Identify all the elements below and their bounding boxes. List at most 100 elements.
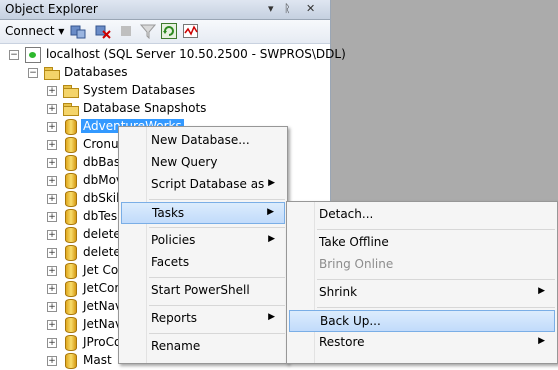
menu-item-back-up[interactable]: Back Up... xyxy=(289,310,555,332)
pin-icon[interactable]: ᚱ xyxy=(284,2,291,15)
database-icon xyxy=(65,137,77,153)
expand-icon[interactable]: + xyxy=(47,194,57,204)
menu-item-label: Script Database as xyxy=(151,177,265,191)
expand-icon[interactable]: + xyxy=(47,176,57,186)
database-icon xyxy=(65,335,77,351)
menu-item-reports[interactable]: Reports ▶ xyxy=(121,308,285,330)
menu-item-shrink[interactable]: Shrink ▶ xyxy=(289,282,555,304)
close-icon[interactable]: ✕ xyxy=(306,2,315,15)
connect-object-explorer-icon[interactable] xyxy=(70,23,86,39)
tasks-submenu: Detach... Take Offline Bring Online Shri… xyxy=(286,201,558,364)
menu-item-rename[interactable]: Rename xyxy=(121,336,285,358)
tree-node-databases[interactable]: − Databases xyxy=(0,64,330,82)
expand-icon[interactable]: + xyxy=(47,356,57,366)
menu-item-label: New Database... xyxy=(151,133,250,147)
menu-item-label: New Query xyxy=(151,155,218,169)
menu-item-new-query[interactable]: New Query xyxy=(121,152,285,174)
menu-separator xyxy=(317,279,555,280)
menu-item-label: Take Offline xyxy=(319,235,389,249)
server-label: localhost (SQL Server 10.50.2500 - SWPRO… xyxy=(46,47,346,61)
folder-icon xyxy=(44,67,60,80)
submenu-arrow-icon: ▶ xyxy=(268,234,275,244)
menu-separator xyxy=(149,305,285,306)
menu-item-label: Shrink xyxy=(319,285,358,299)
database-label: Mast xyxy=(83,353,112,367)
menu-item-label: Start PowerShell xyxy=(151,283,250,297)
menu-item-label: Detach... xyxy=(319,207,374,221)
expand-icon[interactable]: + xyxy=(47,158,57,168)
context-menu: New Database... New Query Script Databas… xyxy=(118,126,288,364)
panel-title: Object Explorer xyxy=(5,2,98,16)
expand-icon[interactable]: + xyxy=(47,320,57,330)
databases-label: Databases xyxy=(64,65,128,79)
database-label: JetCon xyxy=(83,281,122,295)
menu-item-policies[interactable]: Policies ▶ xyxy=(121,230,285,252)
database-icon xyxy=(65,209,77,225)
menu-item-start-powershell[interactable]: Start PowerShell xyxy=(121,280,285,302)
menu-item-label: Back Up... xyxy=(320,314,381,328)
submenu-arrow-icon: ▶ xyxy=(268,178,275,188)
tree-node-database-snapshots[interactable]: + Database Snapshots xyxy=(0,100,330,118)
database-label: Jet Co xyxy=(83,263,119,277)
database-icon xyxy=(65,191,77,207)
submenu-arrow-icon: ▶ xyxy=(538,336,545,346)
disconnect-icon[interactable] xyxy=(95,23,111,39)
submenu-arrow-icon: ▶ xyxy=(267,207,274,217)
menu-item-label: Rename xyxy=(151,339,201,353)
menu-item-detach[interactable]: Detach... xyxy=(289,204,555,226)
menu-item-tasks[interactable]: Tasks ▶ xyxy=(121,202,285,224)
menu-item-new-database[interactable]: New Database... xyxy=(121,130,285,152)
filter-icon xyxy=(140,24,156,39)
database-label: delete xyxy=(83,245,121,259)
object-explorer-toolbar: Connect ▾ xyxy=(0,20,330,44)
database-icon xyxy=(65,263,77,279)
collapse-icon[interactable]: − xyxy=(9,50,19,60)
dropdown-icon[interactable]: ▾ xyxy=(268,2,274,15)
tree-node-system-databases[interactable]: + System Databases xyxy=(0,82,330,100)
database-label: dbSkil xyxy=(83,191,120,205)
menu-item-label: Tasks xyxy=(152,206,185,220)
folder-icon xyxy=(63,103,79,116)
database-icon xyxy=(65,299,77,315)
database-icon xyxy=(65,353,77,369)
expand-icon[interactable]: + xyxy=(47,104,57,114)
menu-separator xyxy=(149,333,285,334)
menu-separator xyxy=(317,229,555,230)
menu-item-facets[interactable]: Facets xyxy=(121,252,285,274)
database-icon xyxy=(65,155,77,171)
database-icon xyxy=(65,173,77,189)
expand-icon[interactable]: + xyxy=(47,212,57,222)
menu-separator xyxy=(317,307,555,308)
folder-icon xyxy=(63,85,79,98)
database-icon xyxy=(65,227,77,243)
expand-icon[interactable]: + xyxy=(47,302,57,312)
menu-separator xyxy=(149,199,285,200)
expand-icon[interactable]: + xyxy=(47,248,57,258)
menu-item-script-database-as[interactable]: Script Database as ▶ xyxy=(121,174,285,196)
menu-item-restore[interactable]: Restore ▶ xyxy=(289,332,555,354)
expand-icon[interactable]: + xyxy=(47,338,57,348)
menu-item-label: Policies xyxy=(151,233,196,247)
collapse-icon[interactable]: − xyxy=(28,68,38,78)
expand-icon[interactable]: + xyxy=(47,140,57,150)
server-icon xyxy=(25,47,41,63)
expand-icon[interactable]: + xyxy=(47,266,57,276)
database-label: dbTes xyxy=(83,209,118,223)
menu-item-label: Reports xyxy=(151,311,198,325)
database-icon xyxy=(65,245,77,261)
connect-button[interactable]: Connect ▾ xyxy=(5,24,64,38)
menu-item-label: Bring Online xyxy=(319,257,394,271)
activity-monitor-icon[interactable] xyxy=(183,23,199,39)
menu-item-label: Restore xyxy=(319,335,365,349)
expand-icon[interactable]: + xyxy=(47,122,57,132)
expand-icon[interactable]: + xyxy=(47,284,57,294)
database-label: JetNav xyxy=(83,299,123,313)
menu-item-take-offline[interactable]: Take Offline xyxy=(289,232,555,254)
database-label: dbBas xyxy=(83,155,121,169)
expand-icon[interactable]: + xyxy=(47,230,57,240)
tree-node-server[interactable]: − localhost (SQL Server 10.50.2500 - SWP… xyxy=(0,46,346,64)
database-icon xyxy=(65,281,77,297)
panel-titlebar: Object Explorer ▾ ᚱ ✕ xyxy=(0,0,330,20)
expand-icon[interactable]: + xyxy=(47,86,57,96)
refresh-icon[interactable] xyxy=(161,23,177,39)
